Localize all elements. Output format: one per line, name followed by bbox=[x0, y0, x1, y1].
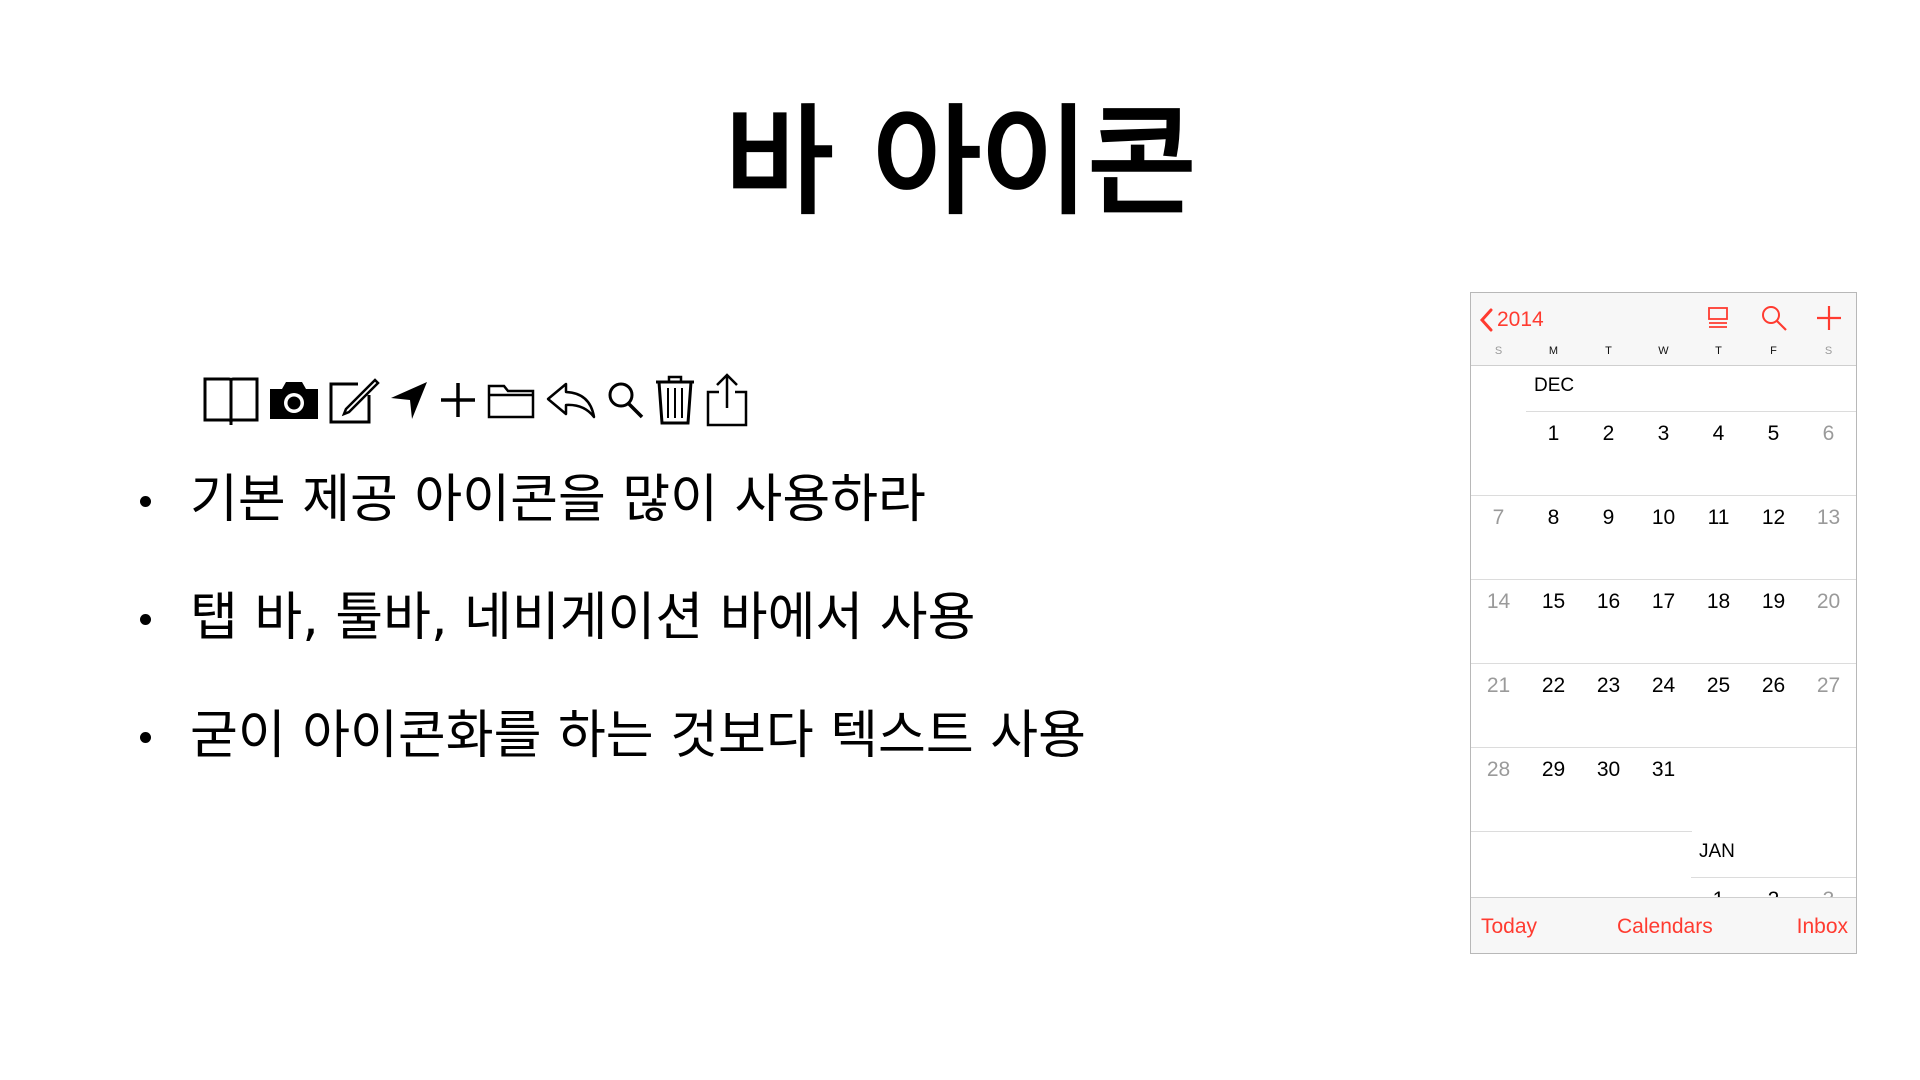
weekday-label: S bbox=[1824, 345, 1833, 357]
calendar-day[interactable]: 21 bbox=[1471, 673, 1526, 699]
bullet-dot bbox=[140, 614, 151, 625]
calendar-day[interactable]: 4 bbox=[1691, 421, 1746, 447]
compose-icon bbox=[329, 378, 380, 424]
calendar-day[interactable]: 19 bbox=[1746, 589, 1801, 615]
calendar-day[interactable]: 14 bbox=[1471, 589, 1526, 615]
calendar-day[interactable]: 29 bbox=[1526, 757, 1581, 783]
weekday-label: M bbox=[1548, 345, 1559, 357]
month-grid: DEC 1 2 3 4 5 6 7 8 9 10 11 12 13 14 15 16 17 18 19 20 21 22 23… bbox=[1471, 365, 1856, 921]
month-separator bbox=[1526, 411, 1856, 412]
location-arrow-icon bbox=[391, 382, 427, 419]
calendar-day[interactable]: 15 bbox=[1526, 589, 1581, 615]
search-icon bbox=[608, 382, 644, 419]
calendar-day[interactable]: 24 bbox=[1636, 673, 1691, 699]
calendar-day[interactable]: 31 bbox=[1636, 757, 1691, 783]
calendar-day[interactable]: 20 bbox=[1801, 589, 1856, 615]
calendar-day[interactable]: 26 bbox=[1746, 673, 1801, 699]
week-separator bbox=[1471, 831, 1692, 832]
calendar-day[interactable]: 16 bbox=[1581, 589, 1636, 615]
bullet-text: 탭 바, 툴바, 네비게이션 바에서 사용 bbox=[190, 588, 976, 648]
calendar-day[interactable]: 8 bbox=[1526, 505, 1581, 531]
bullet-item: 탭 바, 툴바, 네비게이션 바에서 사용 bbox=[132, 586, 1086, 704]
weekday-header: S M T W T F S bbox=[1471, 345, 1856, 363]
back-label: 2014 bbox=[1497, 308, 1544, 331]
week-separator bbox=[1471, 663, 1856, 664]
book-icon bbox=[203, 377, 259, 425]
calendar-day[interactable]: 22 bbox=[1526, 673, 1581, 699]
add-icon[interactable] bbox=[1814, 303, 1844, 333]
bullet-item: 굳이 아이콘화를 하는 것보다 텍스트 사용 bbox=[132, 704, 1086, 822]
calendar-day[interactable]: 23 bbox=[1581, 673, 1636, 699]
bar-icon-row bbox=[202, 372, 750, 428]
month-label: JAN bbox=[1699, 841, 1735, 862]
tab-bar: Today Calendars Inbox bbox=[1471, 897, 1856, 953]
calendar-day[interactable]: 27 bbox=[1801, 673, 1856, 699]
bullet-text: 기본 제공 아이콘을 많이 사용하라 bbox=[190, 470, 926, 530]
weekday-label: S bbox=[1494, 345, 1503, 357]
calendar-day[interactable]: 1 bbox=[1526, 421, 1581, 447]
reply-icon bbox=[546, 382, 596, 419]
calendar-day[interactable]: 18 bbox=[1691, 589, 1746, 615]
inbox-tab[interactable]: Inbox bbox=[1797, 915, 1848, 939]
week-separator bbox=[1471, 495, 1856, 496]
calendar-day[interactable]: 9 bbox=[1581, 505, 1636, 531]
bullet-list: 기본 제공 아이콘을 많이 사용하라 탭 바, 툴바, 네비게이션 바에서 사용… bbox=[132, 468, 1086, 822]
list-view-icon[interactable] bbox=[1703, 303, 1733, 333]
bullet-dot bbox=[140, 496, 151, 507]
share-icon bbox=[706, 373, 748, 427]
folder-icon bbox=[487, 384, 535, 419]
bullet-dot bbox=[140, 732, 151, 743]
weekday-label: W bbox=[1658, 345, 1669, 357]
chevron-left-icon bbox=[1479, 308, 1493, 332]
calendar-day[interactable]: 10 bbox=[1636, 505, 1691, 531]
calendar-day[interactable]: 3 bbox=[1636, 421, 1691, 447]
calendar-day[interactable]: 5 bbox=[1746, 421, 1801, 447]
week-separator bbox=[1471, 747, 1856, 748]
search-icon[interactable] bbox=[1759, 303, 1789, 333]
calendar-screenshot: 2014 S M T W T F S DEC 1 2 3 4 5 6 7 8 9 10 11 12 13 1… bbox=[1470, 292, 1857, 954]
navigation-bar: 2014 S M T W T F S bbox=[1471, 293, 1856, 366]
camera-icon bbox=[270, 382, 318, 419]
calendar-day[interactable]: 12 bbox=[1746, 505, 1801, 531]
month-label: DEC bbox=[1534, 375, 1575, 396]
calendar-day[interactable]: 13 bbox=[1801, 505, 1856, 531]
bullet-text: 굳이 아이콘화를 하는 것보다 텍스트 사용 bbox=[190, 706, 1086, 766]
calendar-day[interactable]: 25 bbox=[1691, 673, 1746, 699]
back-button[interactable]: 2014 bbox=[1479, 303, 1544, 337]
trash-icon bbox=[656, 375, 694, 425]
calendar-day[interactable]: 17 bbox=[1636, 589, 1691, 615]
weekday-label: T bbox=[1715, 345, 1722, 357]
weekday-label: F bbox=[1770, 345, 1777, 357]
week-separator bbox=[1471, 579, 1856, 580]
calendars-tab[interactable]: Calendars bbox=[1617, 915, 1713, 939]
calendar-day[interactable]: 11 bbox=[1691, 505, 1746, 531]
slide-title: 바 아이콘 bbox=[724, 93, 1196, 231]
calendar-day[interactable]: 6 bbox=[1801, 421, 1856, 447]
calendar-day[interactable]: 7 bbox=[1471, 505, 1526, 531]
calendar-day[interactable]: 28 bbox=[1471, 757, 1526, 783]
add-icon bbox=[441, 383, 475, 417]
bullet-item: 기본 제공 아이콘을 많이 사용하라 bbox=[132, 468, 1086, 586]
calendar-day[interactable]: 30 bbox=[1581, 757, 1636, 783]
today-tab[interactable]: Today bbox=[1481, 915, 1537, 939]
month-separator bbox=[1691, 877, 1856, 878]
calendar-day[interactable]: 2 bbox=[1581, 421, 1636, 447]
weekday-label: T bbox=[1605, 345, 1612, 357]
